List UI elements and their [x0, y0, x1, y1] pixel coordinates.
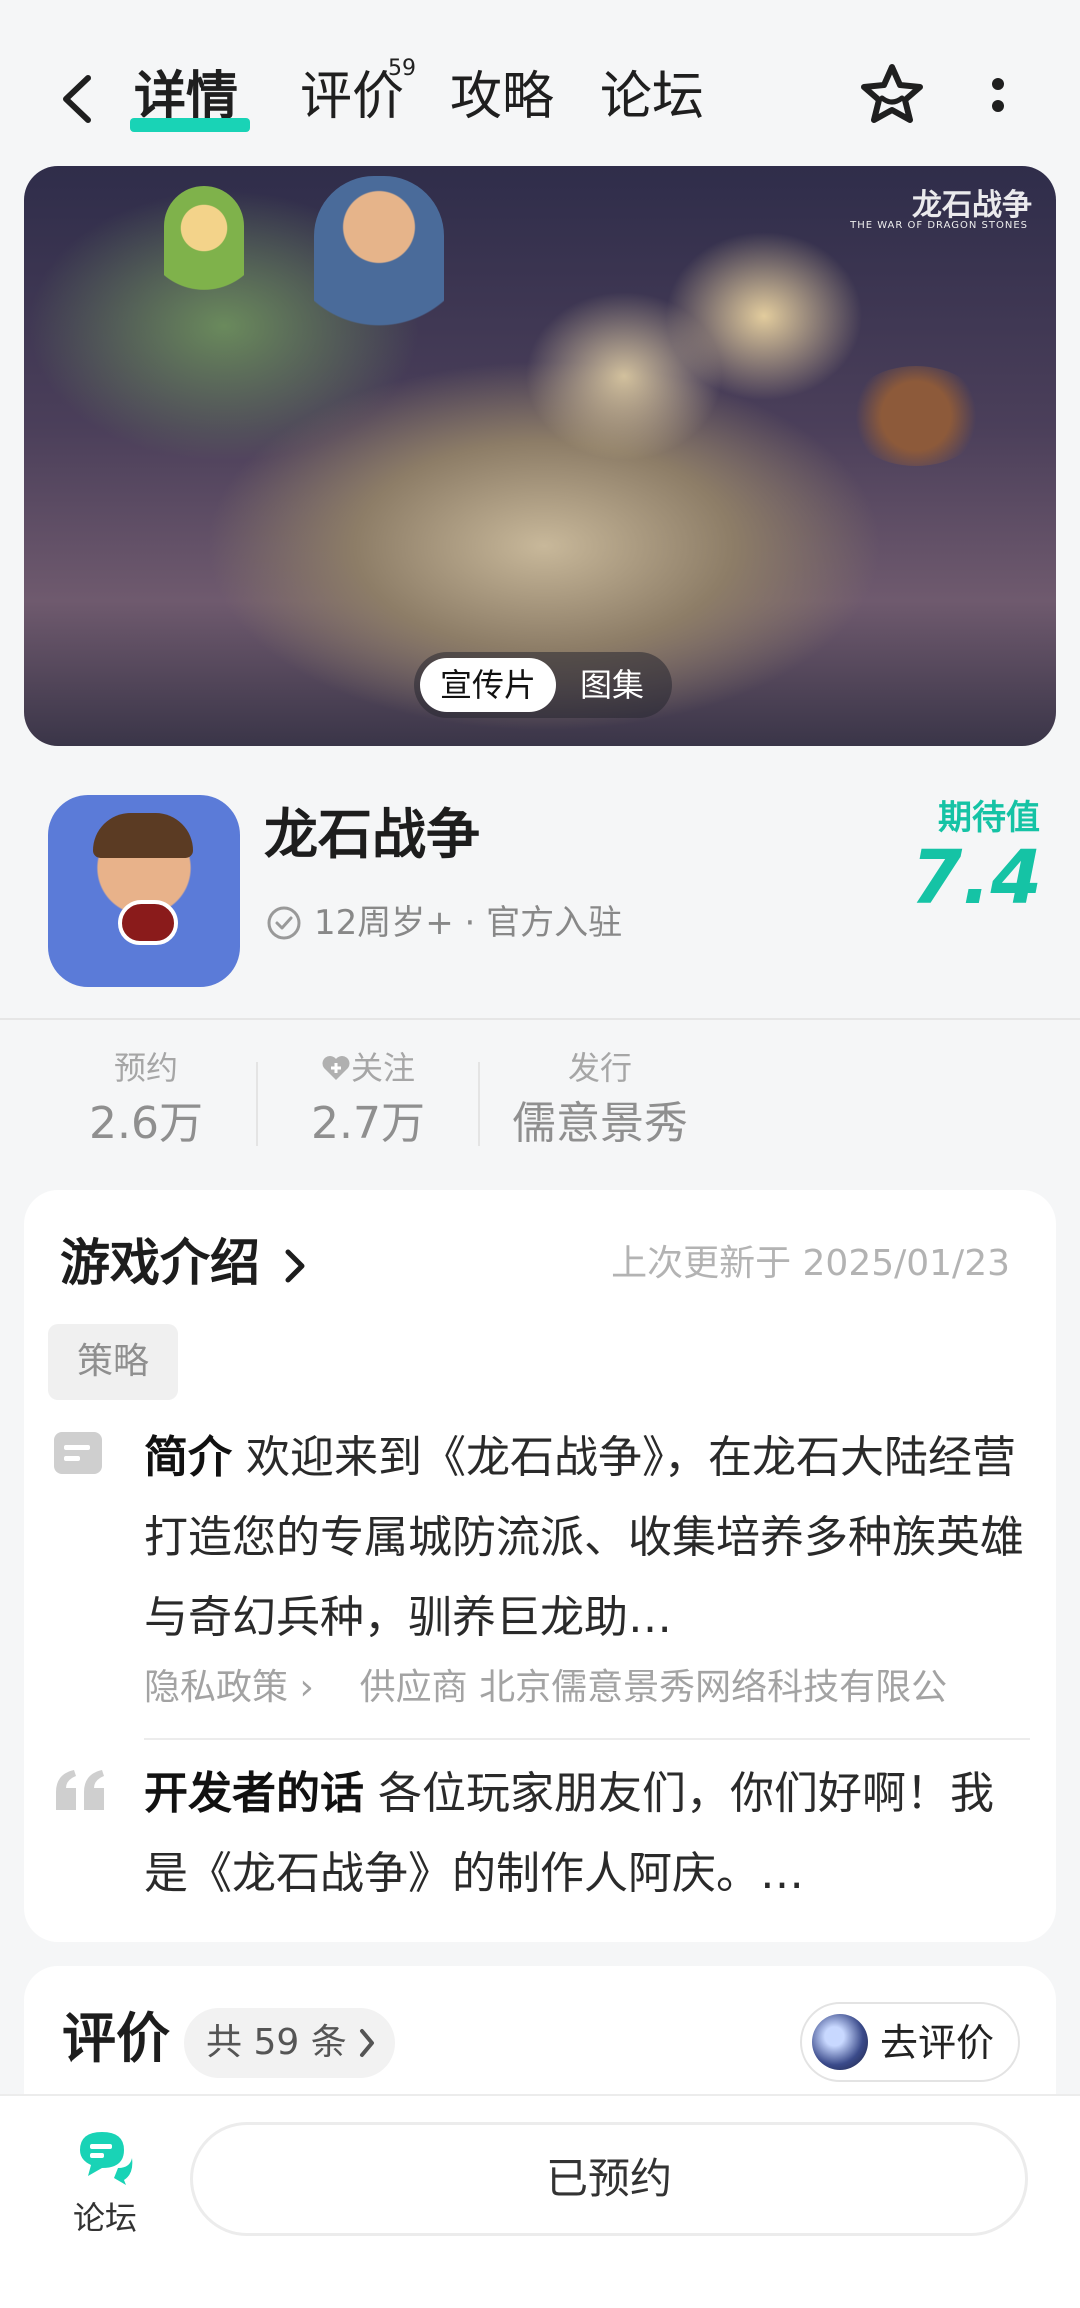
genre-tag[interactable]: 策略: [48, 1324, 178, 1400]
write-review-label: 去评价: [880, 2021, 995, 2065]
stat-publisher[interactable]: 发行 儒意景秀: [500, 1044, 700, 1156]
active-tab-indicator: [130, 118, 250, 132]
chevron-right-icon[interactable]: [284, 1248, 306, 1284]
chevron-right-icon: ›: [288, 1667, 314, 1708]
banner-logo-subtext: THE WAR OF DRAGON STONES: [850, 220, 1028, 231]
developer-note[interactable]: 开发者的话 各位玩家朋友们，你们好啊！我是《龙石战争》的制作人阿庆。…: [144, 1754, 1024, 1914]
stat-divider: [256, 1062, 258, 1146]
chevron-right-icon: [359, 2029, 374, 2057]
reserved-button[interactable]: 已预约: [190, 2122, 1028, 2236]
promo-banner[interactable]: 龙石战争 THE WAR OF DRAGON STONES 宣传片 图集: [24, 166, 1056, 746]
app-icon: [48, 795, 240, 987]
game-intro-card: 游戏介绍 上次更新于 2025/01/23 策略 简介 欢迎来到《龙石战争》，在…: [24, 1190, 1056, 1942]
app-meta: 12周岁+ · 官方入驻: [314, 903, 623, 943]
write-review-button[interactable]: 去评价: [800, 2002, 1020, 2082]
summary-icon: [54, 1432, 102, 1474]
forum-label[interactable]: 论坛: [62, 2196, 148, 2240]
reviews-count: 共 59 条: [206, 2022, 347, 2063]
reviews-count-badge: 59: [388, 56, 416, 81]
banner-logo: 龙石战争: [912, 188, 1032, 223]
stat-label: 预约: [113, 1049, 178, 1087]
supplier-text: 供应商 北京儒意景秀网络科技有限公: [359, 1667, 948, 1708]
media-toggle: 宣传片 图集: [414, 652, 672, 718]
banner-character-hero: [314, 176, 444, 346]
stat-label: 关注: [350, 1049, 415, 1087]
gallery-toggle[interactable]: 图集: [562, 658, 662, 712]
divider: [0, 1018, 1080, 1020]
tab-guides[interactable]: 攻略: [450, 62, 554, 132]
quote-icon: [56, 1770, 104, 1810]
intro-title[interactable]: 游戏介绍: [60, 1228, 260, 1298]
divider: [144, 1738, 1030, 1740]
expect-score: 7.4: [910, 835, 1042, 921]
banner-dragon: [846, 366, 986, 466]
banner-character-fairy: [164, 186, 244, 306]
star-icon[interactable]: [858, 62, 926, 126]
forum-chat-icon[interactable]: [74, 2128, 136, 2186]
developer-note-label: 开发者的话: [144, 1768, 364, 1819]
stat-followers[interactable]: 关注 2.7万: [298, 1044, 438, 1156]
info-links: 隐私政策 › 供应商 北京儒意景秀网络科技有限公: [144, 1660, 1056, 1716]
back-arrow-icon[interactable]: [58, 74, 98, 124]
intro-text[interactable]: 简介 欢迎来到《龙石战争》，在龙石大陆经营打造您的专属城防流派、收集培养多种族英…: [144, 1418, 1024, 1658]
check-circle-icon: [267, 906, 301, 940]
stat-value: 2.7万: [311, 1098, 425, 1149]
video-toggle[interactable]: 宣传片: [420, 658, 556, 712]
reviews-count-chip[interactable]: 共 59 条: [184, 2008, 395, 2078]
app-name: 龙石战争: [264, 803, 480, 866]
stat-reservations: 预约 2.6万: [78, 1044, 214, 1156]
stat-value: 2.6万: [89, 1098, 203, 1149]
heart-plus-icon: [322, 1056, 350, 1080]
bottom-action-bar: 论坛 已预约: [0, 2094, 1080, 2308]
privacy-policy-link[interactable]: 隐私政策: [144, 1667, 288, 1708]
reviews-title: 评价: [62, 2007, 170, 2070]
stat-divider: [478, 1062, 480, 1146]
intro-body: 欢迎来到《龙石战争》，在龙石大陆经营打造您的专属城防流派、收集培养多种族英雄与奇…: [144, 1432, 1024, 1643]
top-nav: 详情 评价 59 攻略 论坛: [0, 0, 1080, 165]
intro-label: 简介: [144, 1432, 232, 1483]
tab-forum[interactable]: 论坛: [600, 62, 704, 132]
stat-value: 儒意景秀: [512, 1098, 688, 1149]
more-vertical-icon[interactable]: [978, 72, 1018, 122]
avatar: [812, 2014, 868, 2070]
stat-label: 发行: [567, 1049, 632, 1087]
expect-label: 期待值: [938, 798, 1040, 838]
last-updated: 上次更新于 2025/01/23: [611, 1243, 1010, 1284]
